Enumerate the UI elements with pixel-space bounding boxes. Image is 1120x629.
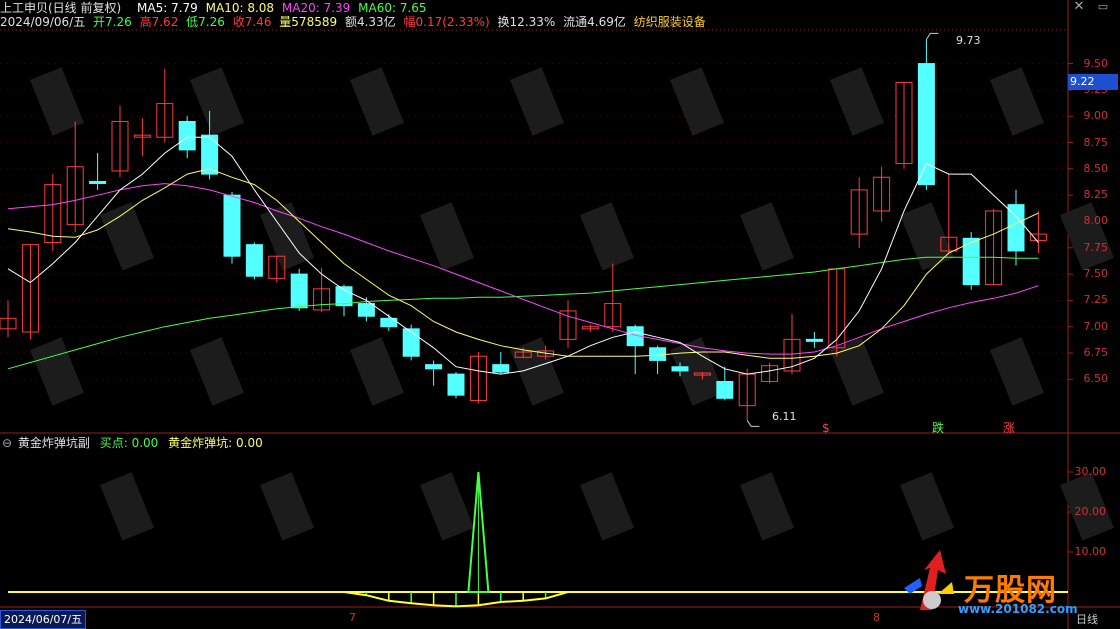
watermark-url: www.201082.com <box>958 602 1078 616</box>
month-7-label: 7 <box>349 611 356 624</box>
watermark-figure <box>900 202 955 271</box>
candle-body <box>716 380 734 399</box>
date-cursor-box: 2024/06/07/五 <box>0 610 87 629</box>
watermark-figure <box>900 472 955 541</box>
watermark-figure <box>829 67 885 136</box>
watermark-figure <box>30 67 85 136</box>
signal-fall: 跌 <box>932 421 945 435</box>
candle-body <box>245 244 263 277</box>
price-axis-label: 7.00 <box>1083 319 1109 333</box>
watermark-figure <box>739 202 795 271</box>
candle-body <box>89 180 107 184</box>
price-axis-label: 8.50 <box>1083 161 1109 175</box>
indicator-header: ⊖ 黄金炸弹坑副 买点: 0.00 黄金炸弹坑: 0.00 <box>0 435 263 451</box>
candle-body <box>649 347 667 361</box>
indicator-toggle-icon[interactable]: ⊖ <box>2 436 12 450</box>
low-annotation: 6.11 <box>772 410 797 423</box>
logo-arrow-yellow <box>938 582 954 594</box>
indicator-axis-label: 30.00 <box>1074 465 1107 478</box>
month-8-label: 8 <box>873 611 880 624</box>
watermark-figure <box>669 67 725 136</box>
high-leader <box>925 32 939 40</box>
watermark-figure <box>30 337 85 406</box>
watermark-figure <box>350 337 405 406</box>
watermark-figure <box>509 67 565 136</box>
watermark-figure <box>350 67 405 136</box>
logo-figure <box>923 591 941 609</box>
watermark-figure <box>420 472 475 541</box>
ma5-line <box>7 136 1039 375</box>
ma20-line <box>7 183 1039 355</box>
indicator-buy: 买点: 0.00 <box>99 436 159 450</box>
candle-body <box>492 364 510 373</box>
watermark-figure <box>260 472 315 541</box>
watermark-figure <box>989 67 1045 136</box>
low-leader <box>746 420 760 427</box>
candle-body <box>671 366 689 372</box>
watermark-figure <box>580 472 635 541</box>
indicator-axis-label: 20.00 <box>1074 505 1107 518</box>
price-axis-label: 6.50 <box>1083 372 1109 386</box>
watermark-figure <box>99 472 155 541</box>
watermark-figure <box>740 472 795 541</box>
candle-body <box>223 194 241 257</box>
price-axis-label: 8.25 <box>1083 188 1109 202</box>
candle-body <box>805 338 823 342</box>
price-axis-label: 9.50 <box>1083 56 1109 70</box>
price-axis-label: 8.75 <box>1083 135 1109 149</box>
price-axis-label: 8.00 <box>1083 214 1109 228</box>
candle-body <box>447 373 465 396</box>
candle-body <box>425 364 443 370</box>
price-axis-label: 6.75 <box>1083 346 1109 360</box>
logo-arrow-blue <box>904 578 922 594</box>
watermark-figure <box>190 337 245 406</box>
price-axis-label: 7.50 <box>1083 267 1109 281</box>
watermark-figure <box>99 202 155 271</box>
price-axis-label: 7.75 <box>1083 240 1109 254</box>
indicator-name[interactable]: 黄金炸弹坑副 <box>18 436 90 450</box>
candlestick-chart[interactable] <box>0 0 1120 629</box>
price-axis-label: 9.00 <box>1083 109 1109 123</box>
indicator-bomb: 黄金炸弹坑: 0.00 <box>168 436 263 450</box>
candle-body <box>402 328 420 357</box>
watermark-figure <box>420 202 475 271</box>
watermark-figure <box>579 202 635 271</box>
current-price-tag: 9.22 <box>1068 74 1118 90</box>
price-axis-label: 7.25 <box>1083 293 1109 307</box>
signal-rise: 涨 <box>1003 421 1016 435</box>
candle-body <box>290 273 308 309</box>
signal-dollar: $ <box>822 421 830 435</box>
candle-body <box>178 120 196 151</box>
candle-body <box>357 303 375 317</box>
candle-body <box>201 134 219 175</box>
high-annotation: 9.73 <box>956 34 981 47</box>
watermark-figure <box>989 337 1045 406</box>
watermark-figure <box>190 67 245 136</box>
